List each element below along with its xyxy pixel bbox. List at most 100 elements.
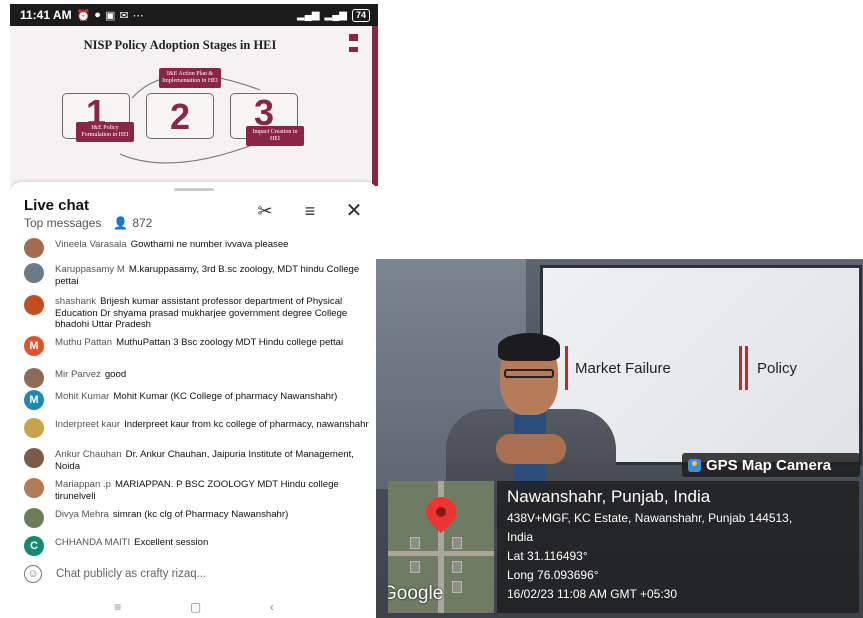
- system-icons: ▂▄▆ ▂▄▆ 74: [297, 8, 370, 22]
- chat-message-body: Ankur Chauhan Dr. Ankur Chauhan, Jaipuria…: [55, 449, 370, 472]
- chat-message-text: simran (kc clg of Pharmacy Nawanshahr): [112, 509, 289, 520]
- location-marker-icon: [419, 490, 463, 534]
- more-icon: ⋯: [132, 9, 144, 22]
- gps-camera-photo: Market Failure Policy GPS Map Camera Goo…: [376, 259, 863, 618]
- filter-icon[interactable]: ≡: [299, 202, 321, 220]
- chat-message-text: good: [104, 369, 127, 380]
- map-building: [452, 561, 462, 573]
- chat-message-body: Vineela Varasala Gowthami ne number ivvav…: [55, 239, 370, 251]
- chat-message-body: Mariappan .p MARIAPPAN. P BSC ZOOLOGY MDT…: [55, 479, 370, 502]
- top-messages-dropdown[interactable]: Top messages: [24, 216, 101, 230]
- chat-author: Inderpreet kaur: [55, 419, 121, 430]
- stage-1-label: I&E Policy Formulation in HEI: [76, 122, 134, 142]
- location-country: India: [507, 530, 534, 544]
- chat-author: shashank: [55, 296, 97, 307]
- map-building: [452, 537, 462, 549]
- person-icon: 👤: [113, 216, 129, 230]
- live-chat-panel: Live chat Top messages 👤 872 ✂ ≡ ✕ Vinee…: [10, 182, 378, 616]
- speaker-hair: [498, 333, 560, 361]
- chat-message-text: Brijesh kumar assistant professor depart…: [55, 296, 348, 331]
- chat-message-body: Divya Mehra simran (kc clg of Pharmacy Na…: [55, 509, 370, 521]
- scissors-icon[interactable]: ✂: [254, 202, 276, 220]
- stage-2-label: I&E Action Plan & Implementation in HEI: [159, 68, 221, 88]
- chat-message-body: Inderpreet kaur Inderpreet kaur from kc c…: [55, 419, 370, 431]
- phone-screen: 11:41 AM ⏰ ● ▣ ✉ ⋯ ▂▄▆ ▂▄▆ 74 NISP Polic…: [10, 4, 378, 616]
- chat-input-row[interactable]: ☺ Chat publicly as crafty rizaq...: [24, 565, 206, 583]
- slide-title: NISP Policy Adoption Stages in HEI: [83, 38, 277, 52]
- home-icon[interactable]: ▢: [190, 600, 201, 616]
- chat-message-body: shashank Brijesh kumar assistant professo…: [55, 296, 370, 331]
- chat-message-body: Mohit Kumar Mohit Kumar (KC College of ph…: [55, 391, 370, 403]
- notification-icons: ⏰ ● ▣ ✉ ⋯: [77, 9, 144, 22]
- chat-message-text: Excellent session: [134, 537, 209, 548]
- battery-icon: 74: [351, 8, 370, 22]
- android-nav-bar: ≡ ▢ ‹: [10, 600, 378, 616]
- map-building: [410, 561, 420, 573]
- screenshot-composite: 11:41 AM ⏰ ● ▣ ✉ ⋯ ▂▄▆ ▂▄▆ 74 NISP Polic…: [0, 0, 863, 618]
- avatar[interactable]: [24, 368, 44, 388]
- drag-handle[interactable]: [174, 188, 214, 191]
- chat-input[interactable]: Chat publicly as crafty rizaq...: [56, 568, 206, 580]
- avatar[interactable]: M: [24, 390, 44, 410]
- location-datetime: 16/02/23 11:08 AM GMT +05:30: [507, 587, 678, 601]
- chat-message-text: Mohit Kumar (KC College of pharmacy Nawa…: [113, 391, 338, 402]
- chat-author: Mohit Kumar: [55, 391, 110, 402]
- gps-badge-label: GPS Map Camera: [706, 456, 832, 474]
- speaker-hands: [496, 434, 566, 464]
- signal-icon: ▂▄▆: [297, 9, 320, 21]
- screen-divider-mid-b: [745, 346, 748, 390]
- chat-author: Mir Parvez: [55, 369, 101, 380]
- screen-divider-left: [565, 346, 568, 390]
- viewer-count-value: 872: [132, 216, 153, 230]
- chat-author: CHHANDA MAITI: [55, 537, 131, 548]
- chat-message-body: Karuppasamy M M.karuppasamy, 3rd B.sc zoo…: [55, 264, 370, 287]
- stage-3-label: Impact Creation in HEI: [246, 126, 304, 146]
- back-icon[interactable]: ‹: [270, 600, 274, 616]
- avatar[interactable]: [24, 418, 44, 438]
- chat-message-text: Gowthami ne number ivvava pleasee: [130, 239, 289, 250]
- chat-message-text: Inderpreet kaur from kc college of pharm…: [124, 419, 369, 430]
- location-longitude: Long 76.093696°: [507, 568, 599, 582]
- alarm-icon: ⏰: [76, 9, 91, 22]
- screen-divider-mid-a: [739, 346, 742, 390]
- map-building: [452, 581, 462, 593]
- avatar[interactable]: [24, 448, 44, 468]
- signal2-icon: ▂▄▆: [324, 9, 347, 21]
- close-icon[interactable]: ✕: [343, 201, 365, 221]
- map-building: [410, 537, 420, 549]
- mail-icon: ✉: [119, 9, 129, 22]
- status-time: 11:41 AM: [20, 8, 72, 22]
- satellite-map-thumbnail: Google: [388, 481, 494, 613]
- chat-subheader: Top messages 👤 872: [24, 216, 152, 230]
- chat-author: Mariappan .p: [55, 479, 111, 490]
- chat-author: Ankur Chauhan: [55, 449, 122, 460]
- chat-author: Divya Mehra: [55, 509, 109, 520]
- chat-author: Karuppasamy M: [55, 264, 125, 275]
- location-info-box: Nawanshahr, Punjab, India 438V+MGF, KC E…: [497, 481, 859, 613]
- status-bar: 11:41 AM ⏰ ● ▣ ✉ ⋯ ▂▄▆ ▂▄▆ 74: [10, 4, 378, 26]
- viewer-count: 👤 872: [113, 216, 152, 230]
- chrome-icon: ●: [94, 9, 101, 21]
- avatar[interactable]: [24, 478, 44, 498]
- avatar[interactable]: C: [24, 536, 44, 556]
- avatar[interactable]: [24, 238, 44, 258]
- avatar[interactable]: [24, 263, 44, 283]
- chat-title: Live chat: [24, 197, 90, 214]
- linkedin-icon: ▣: [104, 9, 116, 22]
- location-address: 438V+MGF, KC Estate, Nawanshahr, Punjab …: [507, 511, 793, 525]
- screen-text-market-failure: Market Failure: [575, 360, 671, 377]
- speaker-glasses: [504, 369, 554, 378]
- slide-corner-gap: [349, 41, 358, 47]
- gps-map-camera-badge: GPS Map Camera: [682, 453, 860, 477]
- emoji-icon[interactable]: ☺: [24, 565, 42, 583]
- map-pin-icon: [688, 458, 701, 472]
- recent-apps-icon[interactable]: ≡: [114, 600, 121, 616]
- stage-2-number: 2: [169, 96, 191, 137]
- chat-author: Vineela Varasala: [55, 239, 127, 250]
- stage-2-box: 2: [146, 93, 214, 139]
- avatar[interactable]: [24, 508, 44, 528]
- chat-message-body: Mir Parvez good: [55, 369, 370, 381]
- avatar[interactable]: [24, 295, 44, 315]
- avatar[interactable]: M: [24, 336, 44, 356]
- presentation-slide[interactable]: NISP Policy Adoption Stages in HEI 1 I&E…: [10, 26, 378, 186]
